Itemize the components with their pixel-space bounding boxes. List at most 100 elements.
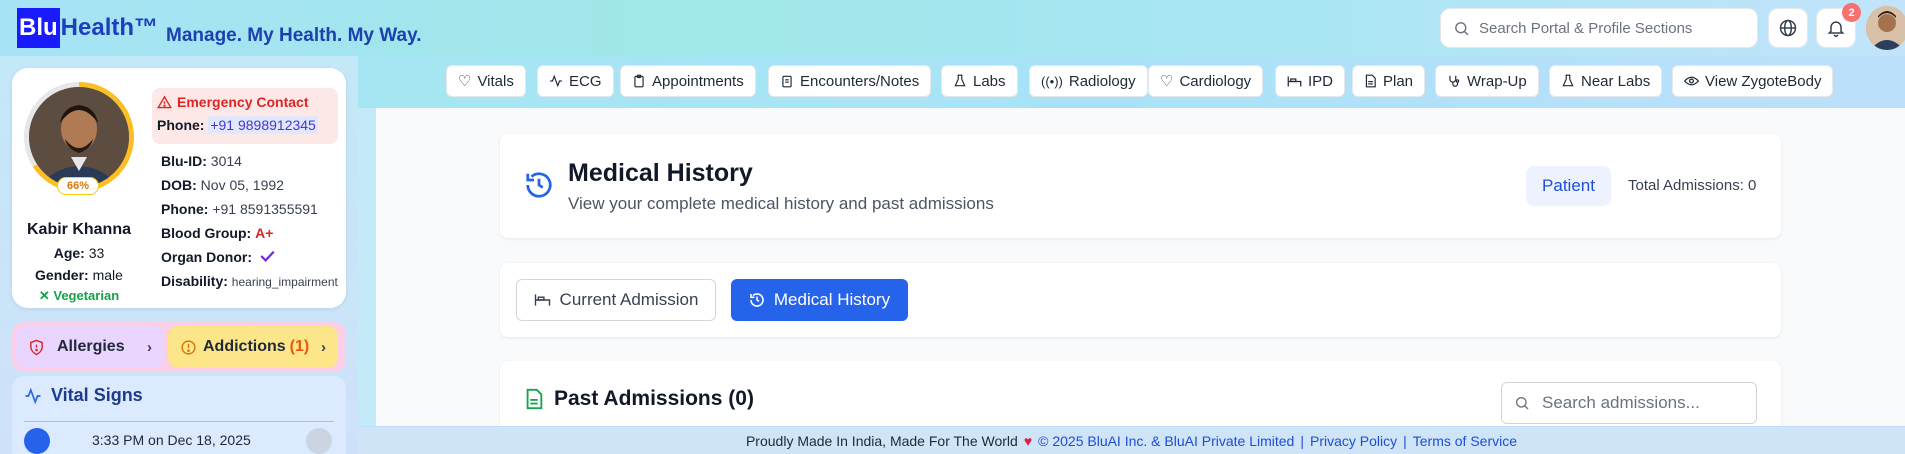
profile-completion-ring [24, 82, 134, 192]
portal-search-input[interactable] [1479, 19, 1739, 37]
portal-search[interactable] [1440, 8, 1758, 48]
bluhealth-logo[interactable]: Blu Health™ [17, 8, 159, 48]
allergy-addiction-panel: Allergies › Addictions (1) › [12, 322, 346, 372]
history-icon [526, 172, 552, 198]
terms-of-service-link[interactable]: Terms of Service [1413, 433, 1517, 449]
profile-card: 66% Kabir Khanna Age: 33 Gender: male ✕ … [12, 68, 346, 308]
emergency-contact: Emergency Contact Phone: +91 9898912345 [152, 88, 338, 144]
admissions-search[interactable] [1501, 382, 1757, 424]
tab-label: Vitals [477, 72, 514, 90]
tab-label: Radiology [1068, 72, 1136, 90]
alert-circle-icon [181, 339, 196, 355]
emergency-phone-link[interactable]: +91 9898912345 [208, 116, 318, 134]
tab-radiology[interactable]: ((•)) Radiology [1029, 65, 1148, 97]
flask-icon [954, 74, 966, 87]
vital-signs-title: Vital Signs [24, 385, 143, 406]
history-icon [750, 293, 764, 307]
main-content: Medical History View your complete medic… [376, 108, 1905, 441]
radio-icon: ((•)) [1041, 73, 1063, 89]
search-icon [1455, 21, 1469, 35]
shield-alert-icon [30, 339, 43, 355]
chevron-right-icon: › [321, 338, 326, 356]
tab-ecg[interactable]: ECG [537, 65, 614, 97]
disability-value: hearing_impairment [231, 275, 338, 289]
bed-icon [534, 294, 550, 306]
blu-id-row: Blu-ID: 3014 [161, 153, 242, 169]
section-tabs: ♡ Vitals ECG Appointments Encounters/Note… [358, 56, 1905, 108]
organ-donor-label: Organ Donor: [161, 249, 252, 265]
footer-copyright[interactable]: © 2025 BluAI Inc. & BluAI Private Limite… [1038, 433, 1294, 449]
tab-label: Cardiology [1179, 72, 1252, 90]
tab-label: Near Labs [1581, 72, 1651, 90]
tab-cardiology[interactable]: ♡ Cardiology [1148, 65, 1264, 97]
privacy-policy-link[interactable]: Privacy Policy [1310, 433, 1397, 449]
profile-photo[interactable] [29, 87, 129, 187]
patient-name: Kabir Khanna [26, 221, 131, 238]
tagline: Manage. My Health. My Way. [166, 25, 422, 46]
tab-current-admission[interactable]: Current Admission [516, 279, 716, 321]
tab-label: ECG [569, 72, 602, 90]
phone-row: Phone: +91 8591355591 [161, 201, 318, 217]
addictions-count: (1) [289, 338, 310, 355]
tab-wrap-up[interactable]: Wrap-Up [1435, 65, 1539, 97]
search-icon [1516, 397, 1529, 410]
tab-vitals[interactable]: ♡ Vitals [446, 65, 526, 97]
tab-label: Plan [1383, 72, 1414, 90]
gender-label: Gender: [35, 267, 89, 283]
dob-row: DOB: Nov 05, 1992 [161, 177, 284, 193]
footer-made-in-india: Proudly Made In India, Made For The Worl… [745, 432, 1018, 449]
clipboard-list-icon [782, 75, 792, 88]
tab-labs[interactable]: Labs [941, 65, 1018, 97]
user-avatar[interactable] [1866, 6, 1905, 50]
total-admissions: Total Admissions: 0 [1628, 177, 1757, 194]
addictions-button[interactable]: Addictions (1) › [168, 326, 338, 368]
patient-role-badge: Patient [1526, 166, 1611, 206]
sidebar: 66% Kabir Khanna Age: 33 Gender: male ✕ … [0, 56, 358, 454]
activity-icon [25, 387, 41, 404]
next-vitals-button[interactable] [306, 428, 332, 454]
past-admissions-title-text: Past Admissions (0) [554, 387, 754, 410]
logo-health-text: Health™ [60, 14, 159, 41]
notifications-button[interactable]: 2 [1816, 3, 1861, 48]
activity-icon [550, 74, 562, 88]
disability-row: Disability: hearing_impairment [161, 273, 338, 289]
tab-label: Appointments [652, 72, 744, 90]
footer: Proudly Made In India, Made For The Worl… [358, 426, 1905, 454]
tab-medical-history[interactable]: Medical History [731, 279, 908, 321]
tab-ipd[interactable]: IPD [1275, 65, 1346, 97]
allergies-button[interactable]: Allergies › [16, 326, 164, 368]
tab-label: Wrap-Up [1467, 72, 1527, 90]
patient-gender: Gender: male [12, 267, 146, 283]
language-button[interactable] [1768, 8, 1808, 48]
admission-tabs-card: Current Admission Medical History [500, 263, 1781, 337]
tab-label: Medical History [773, 290, 891, 309]
tab-near-labs[interactable]: Near Labs [1549, 65, 1663, 97]
gender-value: male [92, 267, 123, 283]
footer-separator: | [1300, 432, 1304, 449]
footer-separator: | [1403, 432, 1407, 449]
vital-signs-title-text: Vital Signs [51, 385, 143, 405]
past-admissions-title: Past Admissions (0) [524, 387, 754, 411]
previous-vitals-button[interactable] [24, 428, 50, 454]
page-subtitle: View your complete medical history and p… [568, 194, 994, 213]
emergency-phone-label: Phone: [157, 117, 205, 133]
tab-label: View ZygoteBody [1705, 72, 1822, 90]
tab-appointments[interactable]: Appointments [620, 65, 756, 97]
tab-label: Encounters/Notes [800, 72, 920, 90]
utensils-icon: ✕ [38, 288, 50, 303]
tab-encounters-notes[interactable]: Encounters/Notes [768, 65, 932, 97]
avatar-image [1866, 6, 1905, 50]
file-text-icon [526, 388, 543, 410]
flask-icon [1562, 74, 1574, 87]
medical-history-header-card: Medical History View your complete medic… [500, 134, 1781, 238]
dob-label: DOB: [161, 177, 197, 193]
tab-view-zygotebody[interactable]: View ZygoteBody [1672, 65, 1834, 97]
organ-donor-row: Organ Donor: [161, 249, 275, 265]
check-icon [260, 250, 275, 262]
bell-icon [1827, 21, 1845, 38]
tab-plan[interactable]: Plan [1352, 65, 1426, 97]
admissions-search-input[interactable] [1542, 393, 1752, 413]
heart-pulse-icon: ♡ [458, 73, 472, 90]
tab-label: IPD [1308, 72, 1334, 90]
tab-label: Labs [973, 72, 1006, 90]
